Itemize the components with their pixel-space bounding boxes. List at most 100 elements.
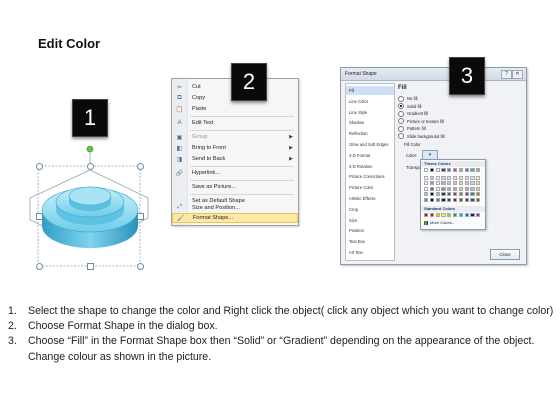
menu-item-save-as-picture[interactable]: Save as Picture... [172, 182, 298, 192]
color-swatch[interactable] [424, 186, 429, 191]
close-button[interactable]: Close [490, 249, 520, 260]
color-swatch[interactable] [458, 186, 464, 191]
color-swatch[interactable] [424, 192, 429, 197]
color-swatch[interactable] [441, 175, 446, 180]
nav-item-glow-and-soft-edges[interactable]: Glow and Soft Edges [346, 140, 394, 149]
nav-item-3-d-rotation[interactable]: 3-D Rotation [346, 162, 394, 171]
resize-handle[interactable] [137, 163, 144, 170]
color-swatch[interactable] [447, 181, 452, 186]
fill-option-solid-fill[interactable]: Solid fill [398, 103, 421, 110]
color-swatch[interactable] [464, 192, 469, 197]
color-swatch[interactable] [464, 197, 469, 202]
color-swatch[interactable] [464, 186, 469, 191]
nav-item-size[interactable]: Size [346, 216, 394, 225]
nav-item-reflection[interactable]: Reflection [346, 129, 394, 138]
color-swatch[interactable] [447, 192, 452, 197]
color-swatch[interactable] [453, 186, 458, 191]
color-swatch[interactable] [476, 168, 481, 173]
radio-button[interactable] [398, 103, 404, 109]
color-swatch[interactable] [453, 213, 458, 218]
color-swatch[interactable] [464, 175, 469, 180]
fill-option-slide-background-fill[interactable]: Slide background fill [398, 133, 444, 140]
color-swatch[interactable] [435, 168, 440, 173]
color-swatch[interactable] [429, 168, 435, 173]
color-swatch[interactable] [429, 192, 435, 197]
color-swatch[interactable] [470, 213, 475, 218]
color-swatch[interactable] [424, 197, 429, 202]
resize-handle[interactable] [36, 163, 43, 170]
close-icon[interactable]: ✕ [512, 70, 523, 79]
menu-item-send-to-back[interactable]: ◨ Send to Back ▶ [172, 154, 298, 164]
color-swatch[interactable] [470, 168, 475, 173]
nav-item-alt-text[interactable]: Alt Text [346, 248, 394, 257]
resize-handle[interactable] [87, 263, 94, 270]
color-swatch[interactable] [447, 213, 452, 218]
radio-button[interactable] [398, 95, 404, 102]
color-swatch[interactable] [470, 175, 475, 180]
fill-option-pattern-fill[interactable]: Pattern fill [398, 125, 426, 132]
menu-item-bring-to-front[interactable]: ◧ Bring to Front ▶ [172, 143, 298, 153]
nav-item-3-d-format[interactable]: 3-D Format [346, 151, 394, 160]
nav-item-picture-corrections[interactable]: Picture Corrections [346, 172, 394, 181]
resize-handle[interactable] [137, 213, 144, 220]
color-swatch[interactable] [470, 186, 475, 191]
nav-item-fill[interactable]: Fill [346, 86, 394, 95]
nav-item-artistic-effects[interactable]: Artistic Effects [346, 194, 394, 203]
color-swatch[interactable] [441, 197, 446, 202]
color-swatch[interactable] [424, 168, 429, 173]
color-swatch[interactable] [464, 168, 469, 173]
color-swatch[interactable] [476, 192, 481, 197]
nav-item-line-color[interactable]: Line Color [346, 97, 394, 106]
color-swatch[interactable] [470, 192, 475, 197]
color-swatch[interactable] [424, 213, 429, 218]
color-swatch[interactable] [447, 197, 452, 202]
nav-item-position[interactable]: Position [346, 226, 394, 235]
color-swatch[interactable] [435, 186, 440, 191]
menu-item-paste[interactable]: 📋 Paste [172, 104, 298, 114]
color-swatch[interactable] [441, 181, 446, 186]
color-swatch[interactable] [476, 186, 481, 191]
radio-button[interactable] [398, 133, 404, 139]
color-swatch[interactable] [447, 186, 452, 191]
color-swatch[interactable] [441, 168, 446, 173]
color-swatch[interactable] [447, 175, 452, 180]
nav-item-line-style[interactable]: Line Style [346, 108, 394, 117]
resize-handle[interactable] [36, 213, 43, 220]
color-swatch[interactable] [424, 181, 429, 186]
nav-item-shadow[interactable]: Shadow [346, 118, 394, 127]
color-swatch[interactable] [441, 192, 446, 197]
color-swatch[interactable] [470, 181, 475, 186]
color-swatch[interactable] [453, 197, 458, 202]
selected-shape[interactable] [18, 140, 168, 270]
fill-option-picture-or-texture-fill[interactable]: Picture or texture fill [398, 118, 444, 125]
color-swatch[interactable] [453, 181, 458, 186]
color-swatch[interactable] [453, 192, 458, 197]
radio-button[interactable] [398, 125, 404, 132]
color-swatch[interactable] [429, 197, 435, 202]
color-swatch[interactable] [476, 181, 481, 186]
color-swatch[interactable] [441, 186, 446, 191]
color-swatch[interactable] [464, 213, 469, 218]
menu-item-format-shape[interactable]: 🖌 Format Shape... [172, 213, 298, 223]
more-colors-link[interactable]: More Colors... [424, 220, 455, 225]
menu-item-group[interactable]: ▣ Group ▶ [172, 132, 298, 142]
color-swatch[interactable] [476, 175, 481, 180]
color-swatch[interactable] [429, 213, 435, 218]
color-swatch[interactable] [476, 197, 481, 202]
color-swatch[interactable] [435, 192, 440, 197]
color-swatch[interactable] [458, 192, 464, 197]
color-swatch[interactable] [429, 181, 435, 186]
color-swatch[interactable] [458, 175, 464, 180]
fill-option-gradient-fill[interactable]: Gradient fill [398, 110, 428, 117]
resize-handle[interactable] [87, 163, 94, 170]
resize-handle[interactable] [36, 263, 43, 270]
color-swatch[interactable] [458, 197, 464, 202]
color-swatch[interactable] [470, 197, 475, 202]
fill-option-no-fill[interactable]: No fill [398, 95, 417, 102]
color-swatch[interactable] [458, 181, 464, 186]
resize-handle[interactable] [137, 263, 144, 270]
help-icon[interactable]: ? [501, 70, 512, 79]
radio-button[interactable] [398, 118, 404, 124]
color-swatch[interactable] [453, 168, 458, 173]
color-swatch[interactable] [435, 213, 440, 218]
